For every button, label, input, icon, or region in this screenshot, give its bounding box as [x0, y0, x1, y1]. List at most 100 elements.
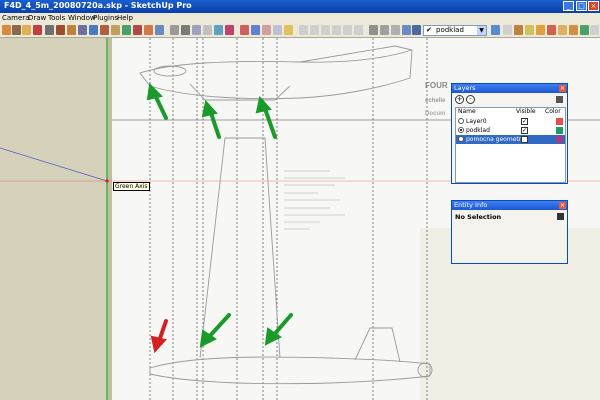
maximize-button[interactable]: □ — [576, 1, 587, 11]
window-title: F4D_4_5m_20080720a.skp - SketchUp Pro — [4, 1, 192, 10]
menu-bar: Camera Draw Tools Window Plugins Help — [0, 13, 600, 23]
axes-tool-icon[interactable] — [214, 25, 223, 35]
close-icon[interactable]: × — [559, 85, 566, 92]
layer-selector-value: podklad — [436, 26, 464, 34]
add-layer-button[interactable]: + — [455, 95, 464, 104]
entity-info-title: Entity Info — [452, 201, 567, 210]
layer-name: podklad — [466, 127, 490, 134]
left-view-icon[interactable] — [354, 25, 363, 35]
circle-tool-icon[interactable] — [67, 25, 76, 35]
menu-camera[interactable]: Camera — [2, 13, 29, 23]
menu-help[interactable]: Help — [117, 13, 133, 23]
drawing-canvas[interactable]: FOUR échelle Docum Green Axis Layers × +… — [0, 38, 600, 400]
layer-row-podklad[interactable]: podklad ✓ — [456, 126, 565, 135]
active-layer-radio[interactable] — [458, 118, 464, 124]
layer-selector[interactable]: ✔ podklad ▼ — [423, 25, 487, 36]
top-view-icon[interactable] — [310, 25, 319, 35]
freehand-tool-icon[interactable] — [89, 25, 98, 35]
close-icon[interactable]: × — [559, 202, 566, 209]
look-around-icon[interactable] — [514, 25, 523, 35]
layer-color-swatch[interactable] — [556, 136, 563, 143]
origin-point — [105, 179, 109, 183]
scale-tool-icon[interactable] — [144, 25, 153, 35]
walk-icon[interactable] — [503, 25, 512, 35]
orbit-icon[interactable] — [240, 25, 249, 35]
position-camera-icon[interactable] — [525, 25, 534, 35]
make-component-icon[interactable] — [12, 25, 21, 35]
layers-manager-icon[interactable] — [491, 25, 500, 35]
col-visible: Visible — [516, 108, 536, 115]
back-view-icon[interactable] — [343, 25, 352, 35]
wireframe-icon[interactable] — [380, 25, 389, 35]
eraser-icon[interactable] — [22, 25, 31, 35]
protractor-icon[interactable] — [192, 25, 201, 35]
push-pull-icon[interactable] — [111, 25, 120, 35]
entity-info-status: No Selection — [455, 213, 502, 221]
layer-name: Layer0 — [466, 118, 487, 125]
magnify-icon[interactable] — [536, 25, 545, 35]
pan-icon[interactable] — [251, 25, 260, 35]
zoom-icon[interactable] — [262, 25, 271, 35]
rectangle-tool-icon[interactable] — [56, 25, 65, 35]
3d-text-icon[interactable] — [225, 25, 234, 35]
main-toolbar — [0, 23, 600, 38]
col-color: Color — [545, 108, 561, 115]
margin-border — [107, 38, 112, 400]
chevron-down-icon[interactable]: ▼ — [477, 26, 486, 35]
layers-panel: Layers × + - Name Visible Color Layer0 ✓… — [451, 83, 568, 184]
axis-tooltip: Green Axis — [113, 182, 150, 191]
paint-bucket-icon[interactable] — [33, 25, 42, 35]
zoom-window-icon[interactable] — [273, 25, 282, 35]
arc-tool-icon[interactable] — [78, 25, 87, 35]
shaded-textures-icon[interactable] — [412, 25, 421, 35]
visible-checkbox[interactable] — [521, 136, 528, 143]
active-layer-radio[interactable] — [458, 136, 464, 142]
hidden-line-icon[interactable] — [391, 25, 400, 35]
layers-panel-title: Layers — [452, 84, 567, 93]
bg-title: FOUR — [425, 81, 448, 90]
layer-name: pomocna geometrie — [466, 136, 527, 143]
menu-draw[interactable]: Draw — [28, 13, 46, 23]
tape-measure-icon[interactable] — [170, 25, 179, 35]
shaded-icon[interactable] — [402, 25, 411, 35]
right-view-icon[interactable] — [332, 25, 341, 35]
front-view-icon[interactable] — [321, 25, 330, 35]
dimension-tool-icon[interactable] — [181, 25, 190, 35]
entity-details-icon[interactable] — [557, 213, 564, 220]
minimize-button[interactable]: _ — [563, 1, 574, 11]
layer-row-pomocna-geometrie[interactable]: pomocna geometrie — [456, 135, 565, 144]
zoom-extents-icon[interactable] — [284, 25, 293, 35]
menu-plugins[interactable]: Plugins — [93, 13, 118, 23]
close-button[interactable]: × — [588, 1, 599, 11]
active-layer-radio[interactable] — [458, 127, 464, 133]
xray-icon[interactable] — [369, 25, 378, 35]
entity-info-panel: Entity Info × No Selection — [451, 200, 568, 264]
text-tool-icon[interactable] — [203, 25, 212, 35]
bg-subtitle: échelle — [425, 98, 446, 104]
offset-tool-icon[interactable] — [155, 25, 164, 35]
layers-table: Name Visible Color Layer0 ✓ podklad ✓ po… — [455, 107, 566, 183]
iso-view-icon[interactable] — [299, 25, 308, 35]
layers-details-icon[interactable] — [556, 96, 563, 103]
toolbar-overflow-icon[interactable] — [590, 25, 599, 35]
move-tool-icon[interactable] — [100, 25, 109, 35]
section-plane-icon[interactable] — [569, 25, 578, 35]
bg-doc: Docum — [425, 111, 445, 117]
col-name: Name — [458, 108, 476, 115]
display-section-icon[interactable] — [580, 25, 589, 35]
next-view-icon[interactable] — [558, 25, 567, 35]
follow-me-icon[interactable] — [133, 25, 142, 35]
layer-color-swatch[interactable] — [556, 118, 563, 125]
rotate-tool-icon[interactable] — [122, 25, 131, 35]
remove-layer-button[interactable]: - — [466, 95, 475, 104]
previous-view-icon[interactable] — [547, 25, 556, 35]
menu-tools[interactable]: Tools — [48, 13, 65, 23]
layer-color-swatch[interactable] — [556, 127, 563, 134]
visible-checkbox[interactable]: ✓ — [521, 118, 528, 125]
visible-checkbox[interactable]: ✓ — [521, 127, 528, 134]
menu-window[interactable]: Window — [68, 13, 96, 23]
select-tool-icon[interactable] — [2, 25, 11, 35]
checkmark-icon: ✔ — [426, 26, 432, 34]
layer-row-layer0[interactable]: Layer0 ✓ — [456, 117, 565, 126]
line-tool-icon[interactable] — [45, 25, 54, 35]
